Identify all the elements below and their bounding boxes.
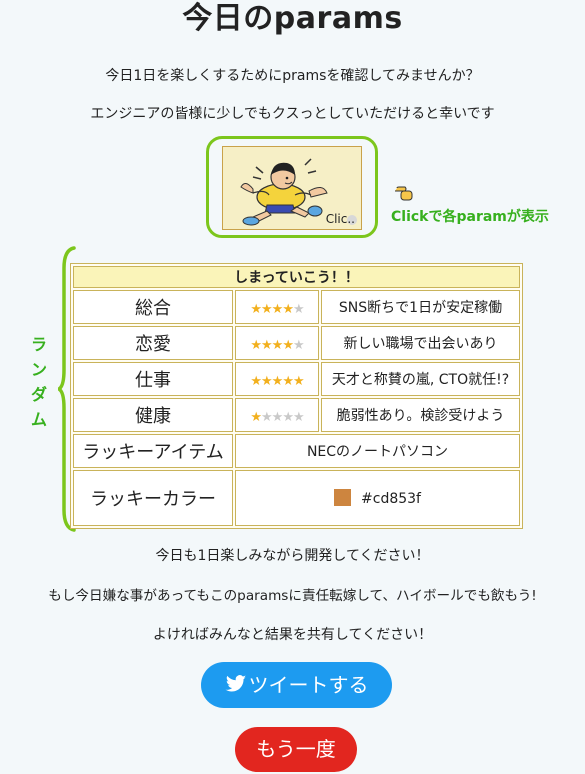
star-filled-icon: ★: [261, 337, 273, 353]
tweet-label: ツイートする: [248, 673, 369, 697]
star-filled-icon: ★: [271, 337, 284, 353]
star-filled-icon: ★: [271, 373, 284, 389]
table-row: 仕事 ★★★★★ 天才と称賛の嵐, CTO就任!?: [73, 362, 520, 396]
intro-line-2: エンジニアの皆様に少しでもクスっとしていただけると幸いです: [90, 106, 495, 122]
table-header: しまっていこう！！: [73, 266, 520, 288]
star-filled-icon: ★: [250, 373, 262, 389]
table-row: ラッキーカラー #cd853f: [73, 470, 520, 526]
star-empty-icon: ★: [292, 301, 305, 317]
intro-line-1: 今日1日を楽しくするためにpramsを確認してみませんか？: [105, 68, 480, 84]
click-instruction: Clickで各paramが表示: [391, 209, 549, 225]
hero-click-frame: Clic..: [206, 136, 378, 238]
star-empty-icon: ★: [282, 409, 294, 425]
color-swatch: [334, 489, 352, 506]
star-empty-icon: ★: [292, 337, 305, 353]
param-text: 脆弱性あり。検診受けよう: [321, 398, 520, 432]
star-filled-icon: ★: [271, 301, 284, 317]
param-label: 恋愛: [73, 326, 233, 360]
pointing-hand-icon: [393, 185, 415, 201]
param-label: 健康: [73, 398, 233, 432]
star-rating: ★★★★★: [235, 290, 319, 324]
star-filled-icon: ★: [292, 373, 305, 389]
outro-line-1: 今日も1日楽しみながら開発してください！: [155, 548, 430, 564]
table-row: 総合 ★★★★★ SNS断ちで1日が安定稼働: [73, 290, 520, 324]
lucky-item-label: ラッキーアイテム: [73, 434, 233, 468]
lucky-item-value: NECのノートパソコン: [235, 434, 520, 468]
star-filled-icon: ★: [250, 409, 262, 425]
star-rating: ★★★★★: [235, 362, 319, 396]
param-text: SNS断ちで1日が安定稼働: [321, 290, 520, 324]
twitter-bird-icon: [224, 675, 246, 692]
star-empty-icon: ★: [261, 409, 273, 425]
param-label: 総合: [73, 290, 233, 324]
page-title: 今日のparams: [182, 1, 403, 36]
table-row: 健康 ★★★★★ 脆弱性あり。検診受けよう: [73, 398, 520, 432]
param-label: 仕事: [73, 362, 233, 396]
table-row: 恋愛 ★★★★★ 新しい職場で出会いあり: [73, 326, 520, 360]
star-filled-icon: ★: [282, 301, 294, 317]
star-filled-icon: ★: [261, 301, 273, 317]
lucky-color-label: ラッキーカラー: [73, 470, 233, 526]
star-filled-icon: ★: [261, 373, 273, 389]
hero-click-label: Clic..: [325, 212, 355, 226]
star-filled-icon: ★: [282, 337, 294, 353]
param-text: 天才と称賛の嵐, CTO就任!?: [321, 362, 520, 396]
outro-line-2: もし今日嫌な事があってもこのparamsに責任転嫁して、ハイボールでも飲もう!: [48, 588, 537, 604]
star-empty-icon: ★: [292, 409, 305, 425]
params-table: しまっていこう！！ 総合 ★★★★★ SNS断ちで1日が安定稼働 恋愛 ★★★★…: [70, 263, 523, 529]
random-vertical-label: ラ ン ダ ム: [30, 335, 47, 429]
star-empty-icon: ★: [271, 409, 284, 425]
param-text: 新しい職場で出会いあり: [321, 326, 520, 360]
hero-image-button[interactable]: Clic..: [222, 146, 362, 230]
outro-line-3: よければみんなと結果を共有してください！: [152, 627, 433, 643]
star-filled-icon: ★: [250, 337, 262, 353]
tweet-button[interactable]: ツイートする: [201, 662, 392, 708]
star-filled-icon: ★: [250, 301, 262, 317]
lucky-color-value: #cd853f: [361, 491, 421, 507]
star-rating: ★★★★★: [235, 398, 319, 432]
retry-button[interactable]: もう一度: [235, 727, 357, 772]
lucky-color-cell: #cd853f: [235, 470, 520, 526]
star-filled-icon: ★: [282, 373, 294, 389]
table-row: ラッキーアイテム NECのノートパソコン: [73, 434, 520, 468]
star-rating: ★★★★★: [235, 326, 319, 360]
